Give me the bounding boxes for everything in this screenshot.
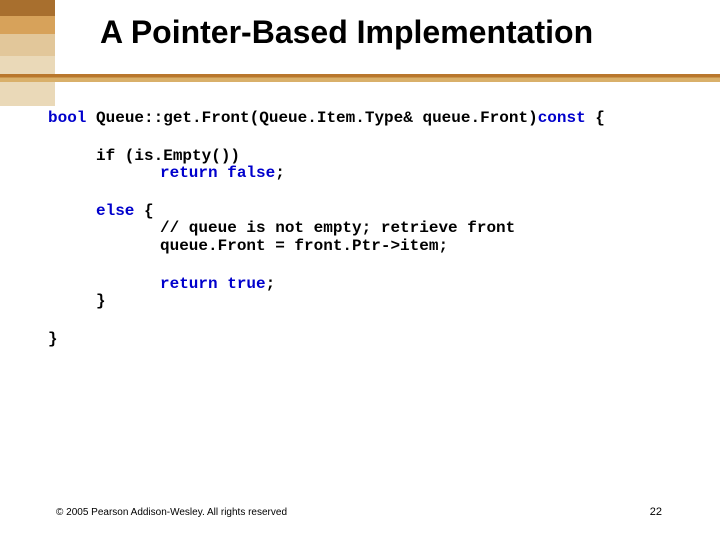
code-line-if: if (is.Empty()) xyxy=(96,148,710,166)
keyword-bool: bool xyxy=(48,109,86,127)
code-text: { xyxy=(134,202,153,220)
code-line-return-true: return true; xyxy=(160,276,710,294)
stripe xyxy=(0,34,55,56)
keyword-return: return xyxy=(160,164,218,182)
stripe xyxy=(0,0,55,16)
slide: A Pointer-Based Implementation bool Queu… xyxy=(0,0,720,540)
keyword-true: true xyxy=(218,275,266,293)
code-text: ; xyxy=(266,275,276,293)
code-line-comment: // queue is not empty; retrieve front xyxy=(160,220,710,238)
code-line-brace: } xyxy=(96,293,710,311)
keyword-return: return xyxy=(160,275,218,293)
code-line-brace-outer: } xyxy=(48,331,710,349)
page-number: 22 xyxy=(650,506,662,518)
copyright-text: © 2005 Pearson Addison-Wesley. All right… xyxy=(56,507,287,518)
decorative-stripes xyxy=(0,0,55,106)
code-text: ; xyxy=(275,164,285,182)
code-text: { xyxy=(586,109,605,127)
code-line-return-false: return false; xyxy=(160,165,710,183)
page-title: A Pointer-Based Implementation xyxy=(100,14,700,51)
keyword-const: const xyxy=(538,109,586,127)
keyword-else: else xyxy=(96,202,134,220)
code-line-else: else { xyxy=(96,203,710,221)
code-text: Queue::get.Front(Queue.Item.Type& queue.… xyxy=(86,109,537,127)
code-line-signature: bool Queue::get.Front(Queue.Item.Type& q… xyxy=(48,110,710,128)
title-underline xyxy=(0,74,720,82)
code-block: bool Queue::get.Front(Queue.Item.Type& q… xyxy=(48,110,710,348)
keyword-false: false xyxy=(218,164,276,182)
stripe xyxy=(0,16,55,34)
code-line-assign: queue.Front = front.Ptr->item; xyxy=(160,238,710,256)
